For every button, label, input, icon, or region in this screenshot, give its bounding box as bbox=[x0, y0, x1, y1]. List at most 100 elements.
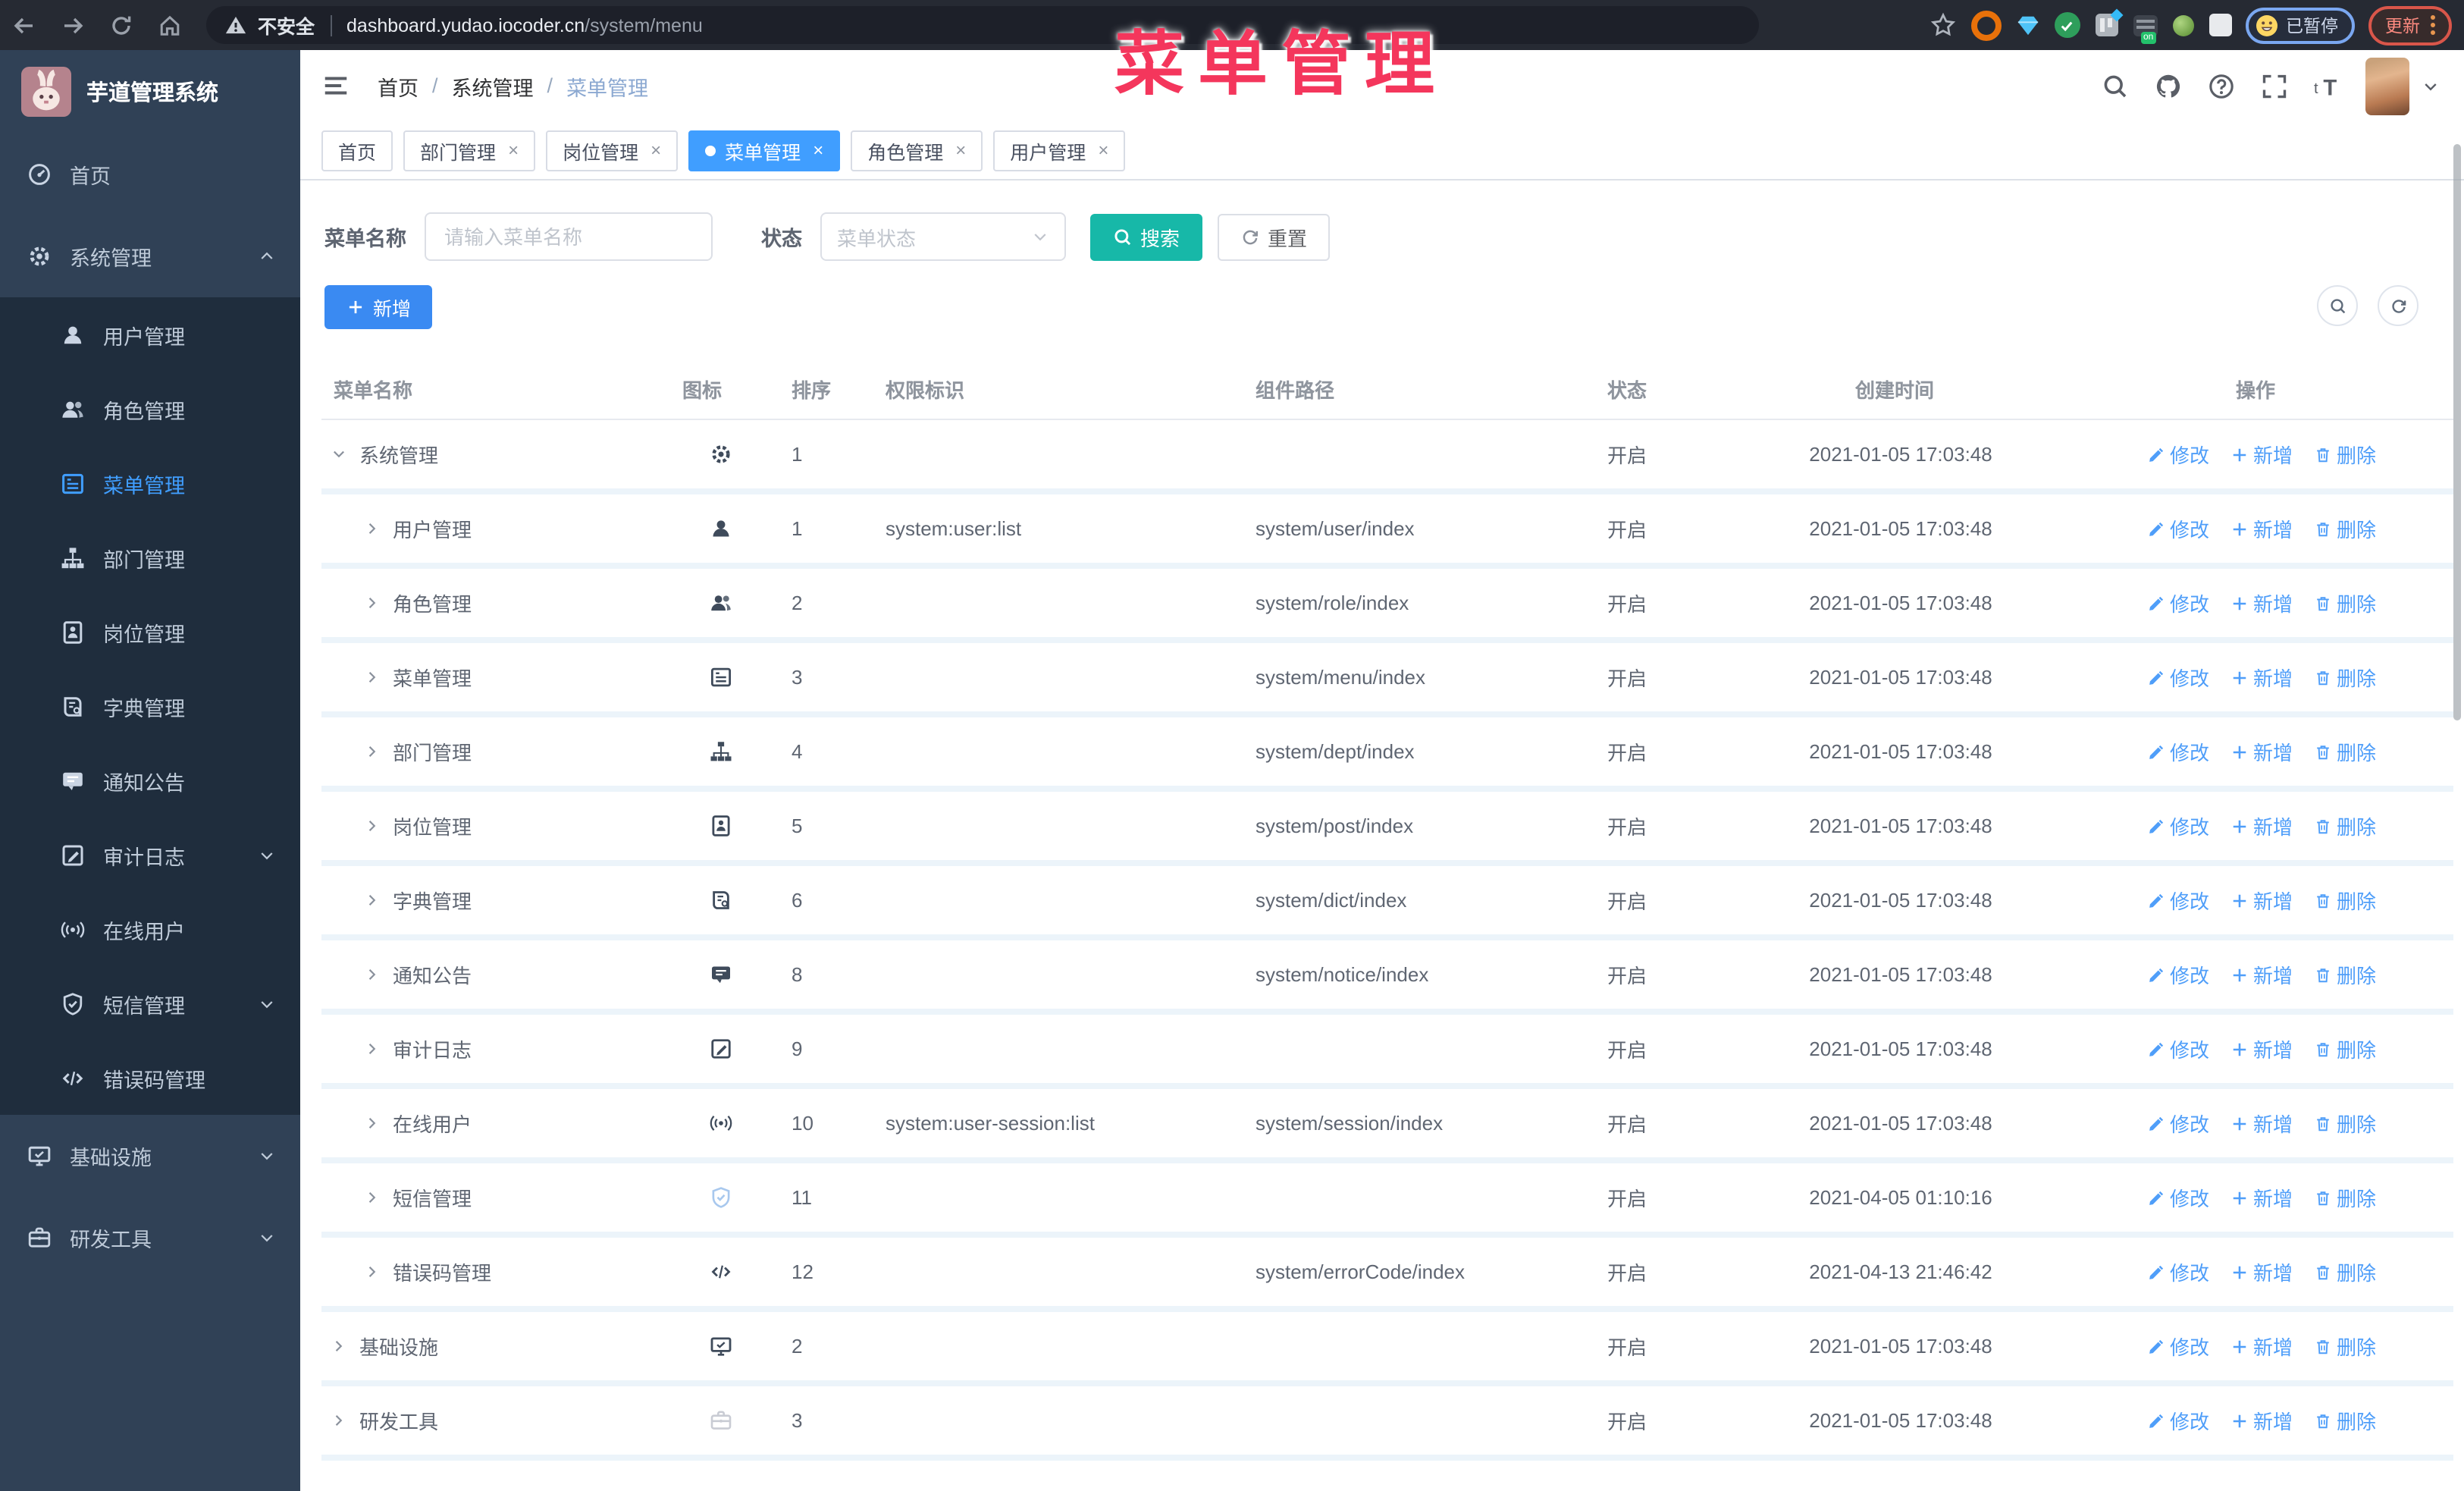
sidebar-item-user[interactable]: 用户管理 bbox=[0, 297, 300, 372]
url-host[interactable]: dashboard.yudao.iocoder.cn bbox=[346, 14, 585, 36]
edit-link[interactable]: 修改 bbox=[2147, 960, 2209, 989]
profile-paused-chip[interactable]: 已暂停 bbox=[2245, 7, 2355, 43]
edit-link[interactable]: 修改 bbox=[2147, 1257, 2209, 1286]
reset-button[interactable]: 重置 bbox=[1218, 213, 1331, 260]
help-icon[interactable] bbox=[2208, 72, 2235, 99]
orange-ring-icon[interactable] bbox=[1970, 10, 2001, 40]
tab-首页[interactable]: 首页 bbox=[321, 130, 393, 171]
tree-caret-right-icon[interactable] bbox=[331, 1412, 347, 1429]
hamburger-icon[interactable] bbox=[321, 71, 350, 100]
tree-caret-right-icon[interactable] bbox=[364, 892, 381, 909]
address-bar[interactable]: 不安全 dashboard.yudao.iocoder.cn/system/me… bbox=[206, 6, 1759, 44]
tree-caret-right-icon[interactable] bbox=[364, 1263, 381, 1280]
add-child-link[interactable]: 新增 bbox=[2230, 960, 2293, 989]
sidebar-item-devtools[interactable]: 研发工具 bbox=[0, 1197, 300, 1279]
delete-link[interactable]: 删除 bbox=[2314, 886, 2376, 915]
green-dot-icon[interactable] bbox=[2172, 14, 2193, 36]
edit-link[interactable]: 修改 bbox=[2147, 1332, 2209, 1361]
delete-link[interactable]: 删除 bbox=[2314, 440, 2376, 469]
add-child-link[interactable]: 新增 bbox=[2230, 886, 2293, 915]
close-tab-icon[interactable]: × bbox=[650, 140, 661, 161]
edit-link[interactable]: 修改 bbox=[2147, 514, 2209, 543]
breadcrumb-item[interactable]: 系统管理 bbox=[452, 71, 534, 101]
delete-link[interactable]: 删除 bbox=[2314, 811, 2376, 840]
edit-link[interactable]: 修改 bbox=[2147, 1034, 2209, 1063]
dark-list-on-icon[interactable]: on bbox=[2133, 14, 2157, 43]
close-tab-icon[interactable]: × bbox=[1098, 140, 1108, 161]
add-child-link[interactable]: 新增 bbox=[2230, 589, 2293, 617]
sidebar-item-system[interactable]: 系统管理 bbox=[0, 215, 300, 297]
bookmark-star-icon[interactable] bbox=[1930, 12, 1955, 38]
user-avatar[interactable] bbox=[2365, 57, 2409, 115]
delete-link[interactable]: 删除 bbox=[2314, 1406, 2376, 1435]
tree-caret-right-icon[interactable] bbox=[364, 1041, 381, 1057]
add-child-link[interactable]: 新增 bbox=[2230, 663, 2293, 692]
add-child-link[interactable]: 新增 bbox=[2230, 514, 2293, 543]
breadcrumb-item[interactable]: 首页 bbox=[378, 71, 419, 101]
refresh-table-button[interactable] bbox=[2378, 285, 2419, 326]
delete-link[interactable]: 删除 bbox=[2314, 1332, 2376, 1361]
edit-link[interactable]: 修改 bbox=[2147, 589, 2209, 617]
tree-caret-right-icon[interactable] bbox=[364, 966, 381, 983]
delete-link[interactable]: 删除 bbox=[2314, 663, 2376, 692]
kebab-menu-icon[interactable] bbox=[2431, 15, 2435, 35]
font-size-icon[interactable]: tT bbox=[2314, 72, 2341, 99]
edit-link[interactable]: 修改 bbox=[2147, 886, 2209, 915]
green-check-icon[interactable] bbox=[2054, 12, 2080, 38]
search-button[interactable]: 搜索 bbox=[1090, 213, 1203, 260]
sidebar-item-infra[interactable]: 基础设施 bbox=[0, 1115, 300, 1197]
sidebar-item-home[interactable]: 首页 bbox=[0, 133, 300, 215]
delete-link[interactable]: 删除 bbox=[2314, 1109, 2376, 1138]
tree-caret-right-icon[interactable] bbox=[364, 818, 381, 834]
edit-link[interactable]: 修改 bbox=[2147, 1406, 2209, 1435]
sidebar-item-menu[interactable]: 菜单管理 bbox=[0, 446, 300, 520]
sidebar-item-error-code[interactable]: 错误码管理 bbox=[0, 1041, 300, 1115]
browser-update-button[interactable]: 更新 bbox=[2368, 5, 2452, 45]
add-child-link[interactable]: 新增 bbox=[2230, 1332, 2293, 1361]
delete-link[interactable]: 删除 bbox=[2314, 589, 2376, 617]
sidebar-item-audit-log[interactable]: 审计日志 bbox=[0, 818, 300, 892]
gray-grid-icon[interactable] bbox=[2095, 8, 2123, 36]
tab-用户管理[interactable]: 用户管理 × bbox=[993, 130, 1126, 171]
delete-link[interactable]: 删除 bbox=[2314, 1183, 2376, 1212]
tab-岗位管理[interactable]: 岗位管理 × bbox=[546, 130, 679, 171]
toggle-search-button[interactable] bbox=[2317, 285, 2358, 326]
tab-角色管理[interactable]: 角色管理 × bbox=[851, 130, 983, 171]
sidebar-item-dept[interactable]: 部门管理 bbox=[0, 520, 300, 595]
sidebar-logo[interactable]: 芋道管理系统 bbox=[0, 50, 300, 133]
edit-link[interactable]: 修改 bbox=[2147, 737, 2209, 766]
add-child-link[interactable]: 新增 bbox=[2230, 1257, 2293, 1286]
fullscreen-icon[interactable] bbox=[2261, 72, 2288, 99]
sidebar-item-sms[interactable]: 短信管理 bbox=[0, 966, 300, 1041]
tree-caret-right-icon[interactable] bbox=[364, 669, 381, 686]
add-child-link[interactable]: 新增 bbox=[2230, 811, 2293, 840]
search-icon[interactable] bbox=[2102, 72, 2129, 99]
close-tab-icon[interactable]: × bbox=[508, 140, 519, 161]
tree-caret-down-icon[interactable] bbox=[331, 446, 347, 463]
delete-link[interactable]: 删除 bbox=[2314, 737, 2376, 766]
delete-link[interactable]: 删除 bbox=[2314, 960, 2376, 989]
puzzle-icon[interactable] bbox=[2209, 14, 2231, 36]
page-scrollbar[interactable] bbox=[2453, 144, 2461, 720]
tree-caret-right-icon[interactable] bbox=[364, 595, 381, 611]
avatar-caret-down-icon[interactable] bbox=[2422, 77, 2440, 95]
add-child-link[interactable]: 新增 bbox=[2230, 737, 2293, 766]
sidebar-item-role[interactable]: 角色管理 bbox=[0, 372, 300, 446]
sidebar-item-dict[interactable]: 字典管理 bbox=[0, 669, 300, 743]
add-child-link[interactable]: 新增 bbox=[2230, 1109, 2293, 1138]
close-tab-icon[interactable]: × bbox=[813, 140, 823, 161]
tab-菜单管理[interactable]: 菜单管理 × bbox=[688, 130, 841, 171]
add-button[interactable]: 新增 bbox=[324, 285, 433, 329]
close-tab-icon[interactable]: × bbox=[955, 140, 966, 161]
add-child-link[interactable]: 新增 bbox=[2230, 1183, 2293, 1212]
delete-link[interactable]: 删除 bbox=[2314, 1257, 2376, 1286]
tree-caret-right-icon[interactable] bbox=[364, 1189, 381, 1206]
sidebar-item-notice[interactable]: 通知公告 bbox=[0, 743, 300, 818]
edit-link[interactable]: 修改 bbox=[2147, 663, 2209, 692]
status-select[interactable]: 菜单状态 bbox=[820, 212, 1066, 261]
sidebar-item-online-user[interactable]: 在线用户 bbox=[0, 892, 300, 966]
delete-link[interactable]: 删除 bbox=[2314, 1034, 2376, 1063]
browser-reload-icon[interactable] bbox=[109, 13, 133, 37]
edit-link[interactable]: 修改 bbox=[2147, 1183, 2209, 1212]
tab-部门管理[interactable]: 部门管理 × bbox=[403, 130, 536, 171]
